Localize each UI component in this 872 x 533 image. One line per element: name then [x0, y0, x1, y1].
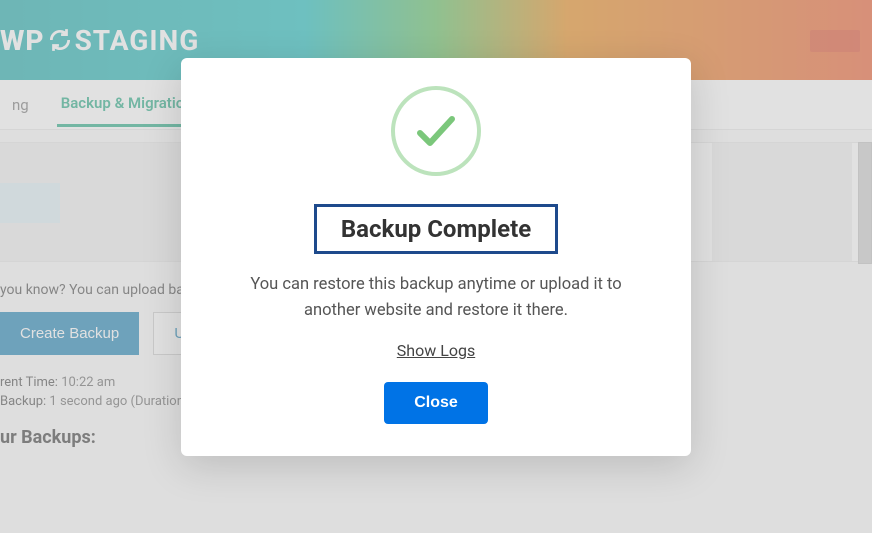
success-check-icon [391, 86, 481, 176]
modal-body-text: You can restore this backup anytime or u… [217, 272, 655, 323]
backup-complete-modal: Backup Complete You can restore this bac… [181, 58, 691, 456]
show-logs-link[interactable]: Show Logs [397, 341, 475, 360]
modal-title: Backup Complete [341, 215, 531, 243]
modal-overlay: Backup Complete You can restore this bac… [0, 0, 872, 533]
modal-title-frame: Backup Complete [314, 204, 558, 254]
close-button[interactable]: Close [384, 382, 488, 424]
